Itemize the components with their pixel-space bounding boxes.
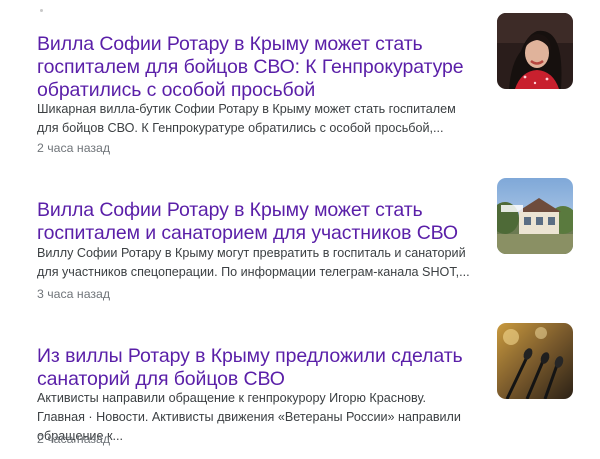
result-timestamp: 2 часа назад <box>37 432 111 446</box>
result-title-link[interactable]: Вилла Софии Ротару в Крыму может стать г… <box>37 199 482 245</box>
singer-portrait-thumbnail[interactable] <box>497 13 573 89</box>
result-title-link[interactable]: Из виллы Ротару в Крыму предложили сдела… <box>37 345 482 391</box>
result-timestamp: 3 часа назад <box>37 287 111 301</box>
villa-thumbnail[interactable] <box>497 178 573 254</box>
result-timestamp: 2 часа назад <box>37 141 111 155</box>
separator-dot <box>40 9 43 12</box>
result-snippet: Виллу Софии Ротару в Крыму могут преврат… <box>37 246 470 279</box>
microphones-thumbnail[interactable] <box>497 323 573 399</box>
result-snippet: Шикарная вилла-бутик Софии Ротару в Крым… <box>37 102 456 135</box>
result-title-link[interactable]: Вилла Софии Ротару в Крыму может стать г… <box>37 33 482 102</box>
